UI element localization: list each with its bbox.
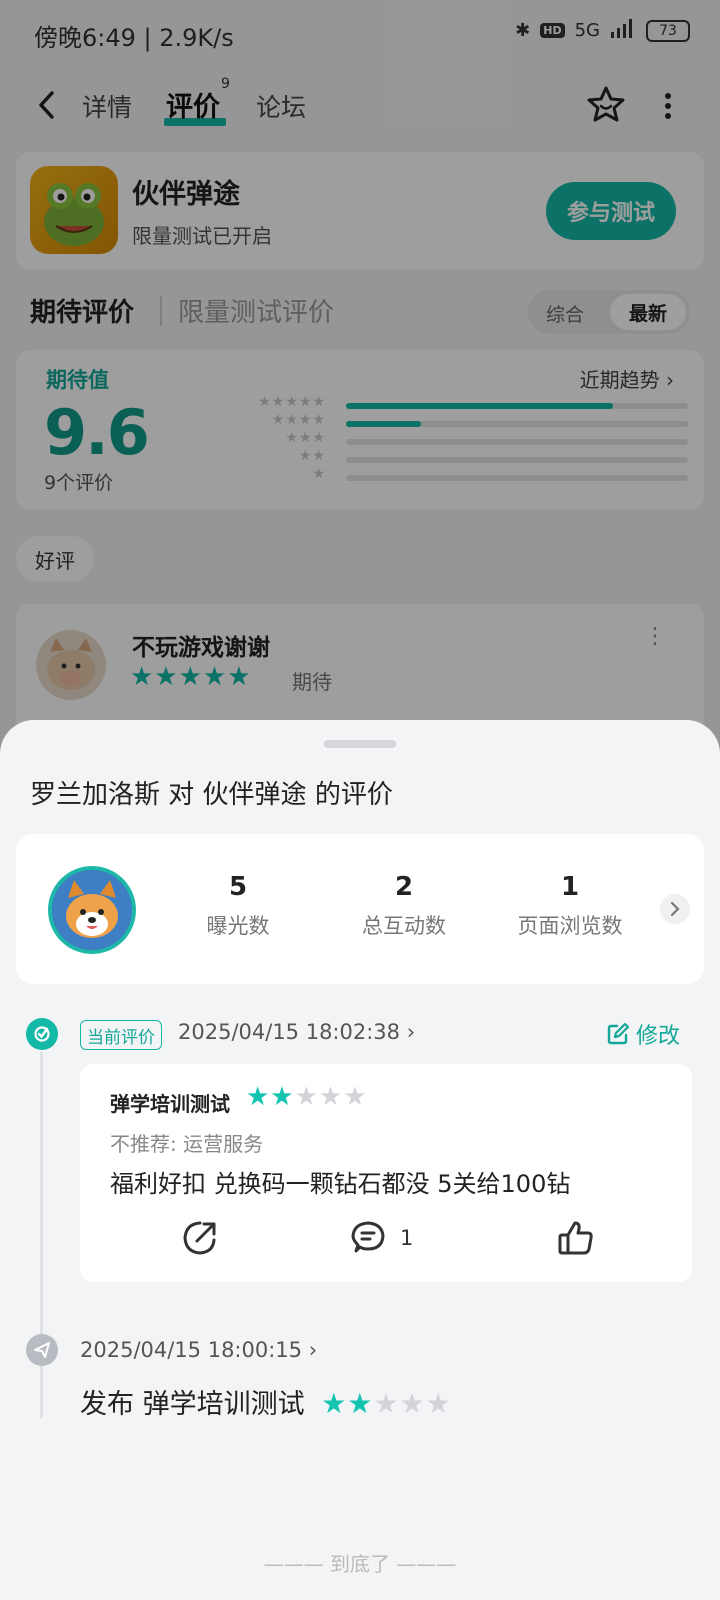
check-circle-icon [26, 1018, 58, 1050]
share-button[interactable] [180, 1218, 220, 1258]
comment-icon [351, 1221, 385, 1253]
current-review-time[interactable]: 2025/04/15 18:02:38 › [178, 1020, 415, 1044]
publish-prefix: 发布 [80, 1389, 134, 1420]
edit-review-button[interactable]: 修改 [606, 1018, 680, 1050]
stat-label: 页面浏览数 [517, 914, 623, 938]
stat-page-views: 1 页面浏览数 [500, 872, 640, 940]
chevron-right-icon: › [308, 1338, 318, 1362]
edit-icon [607, 1022, 630, 1045]
sheet-title-suffix: 的评价 [306, 780, 393, 810]
previous-review-time[interactable]: 2025/04/15 18:00:15 › [80, 1338, 317, 1362]
chevron-right-icon: › [406, 1020, 416, 1044]
comment-button[interactable]: 1 [348, 1218, 413, 1258]
stat-number: 2 [394, 872, 414, 902]
current-time-text: 2025/04/15 18:02:38 [178, 1020, 401, 1044]
like-button[interactable] [556, 1218, 596, 1258]
previous-time-text: 2025/04/15 18:00:15 [80, 1338, 303, 1362]
end-text-label: 到底了 [330, 1552, 390, 1576]
sheet-grabber[interactable] [324, 740, 396, 748]
stat-number: 1 [560, 872, 580, 902]
stat-number: 5 [228, 872, 248, 902]
stat-label: 曝光数 [206, 914, 270, 938]
current-review-badge: 当前评价 [80, 1020, 162, 1050]
stat-interactions: 2 总互动数 [334, 872, 474, 940]
thumbs-up-icon [558, 1221, 593, 1255]
previous-reviewer: 弹学培训测试 [142, 1389, 305, 1420]
comment-count: 1 [400, 1226, 414, 1250]
send-icon [26, 1334, 58, 1366]
sheet-title: 罗兰加洛斯 对 伙伴弹途 的评价 [30, 774, 393, 811]
current-review-card[interactable]: 弹学培训测试 ★★★★★ 不推荐: 运营服务 福利好扣 兑换码一颗钻石都没 5关… [80, 1064, 692, 1282]
review-history-sheet: 罗兰加洛斯 对 伙伴弹途 的评价 5 曝光数 2 总互动数 1 页面浏览数 当前评价 … [0, 720, 720, 1600]
stat-label: 总互动数 [362, 914, 446, 938]
stats-card[interactable]: 5 曝光数 2 总互动数 1 页面浏览数 [16, 834, 704, 984]
previous-review: 发布 弹学培训测试 ★★★★★ [80, 1382, 452, 1421]
stat-exposure: 5 曝光数 [168, 872, 308, 940]
end-of-list: ——— 到底了 ——— [263, 1552, 457, 1576]
chevron-right-icon[interactable] [660, 894, 690, 924]
two-star-rating-icon: ★★★★★ [321, 1387, 452, 1420]
share-icon [183, 1221, 216, 1255]
reviewer-name: 弹学培训测试 [110, 1092, 230, 1116]
edit-label: 修改 [635, 1024, 680, 1049]
sheet-app: 伙伴弹途 [202, 780, 307, 810]
two-star-rating-icon: ★★★★★ [246, 1082, 368, 1112]
sheet-user: 罗兰加洛斯 [30, 780, 161, 810]
not-recommend-reason: 不推荐: 运营服务 [110, 1132, 264, 1156]
review-content: 福利好扣 兑换码一颗钻石都没 5关给100钻 [110, 1170, 571, 1198]
user-avatar[interactable] [48, 866, 136, 954]
sheet-title-mid: 对 [160, 780, 203, 810]
